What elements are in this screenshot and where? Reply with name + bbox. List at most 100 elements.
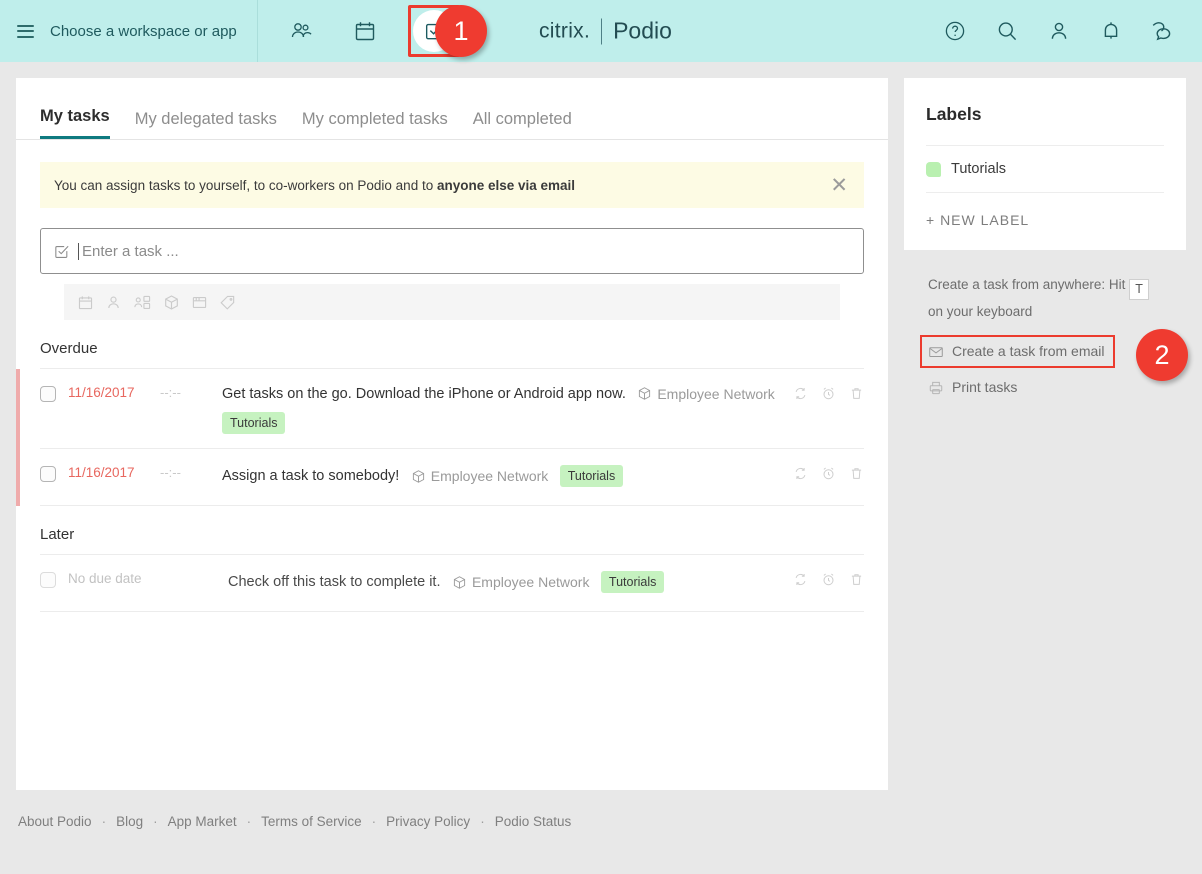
space-cube-icon	[411, 469, 426, 484]
footer-link-terms-of-service[interactable]: Terms of Service	[261, 814, 362, 829]
label-tag-icon[interactable]	[219, 294, 237, 311]
notifications-icon[interactable]	[1098, 18, 1124, 44]
create-task-from-email-link[interactable]: Create a task from email	[952, 340, 1105, 363]
chat-icon[interactable]	[1150, 18, 1176, 44]
delegate-icon[interactable]	[133, 294, 152, 311]
annotation-badge-1: 1	[435, 5, 487, 57]
tab-my-tasks[interactable]: My tasks	[40, 107, 110, 139]
delete-icon[interactable]	[849, 386, 864, 401]
repeat-icon[interactable]	[793, 386, 808, 401]
tabs-bar: My tasks My delegated tasks My completed…	[16, 78, 888, 140]
tab-my-completed-tasks[interactable]: My completed tasks	[302, 110, 448, 139]
top-bar: Choose a workspace or app 1 citrix. Podi…	[0, 0, 1202, 62]
search-icon[interactable]	[994, 18, 1020, 44]
space-cube-icon	[637, 386, 652, 401]
tab-all-completed[interactable]: All completed	[473, 110, 572, 139]
close-icon[interactable]: ✕	[830, 175, 848, 196]
table-row[interactable]: 11/16/2017 --:-- Assign a task to somebo…	[16, 449, 864, 506]
footer-link-privacy-policy[interactable]: Privacy Policy	[386, 814, 470, 829]
task-space-name: Employee Network	[430, 468, 549, 484]
footer-link-blog[interactable]: Blog	[116, 814, 143, 829]
assign-person-icon[interactable]	[105, 294, 122, 311]
list-item[interactable]: Tutorials	[926, 145, 1164, 192]
calendar-icon[interactable]	[344, 10, 386, 52]
banner-text-plain: You can assign tasks to yourself, to co-…	[54, 177, 437, 193]
repeat-icon[interactable]	[793, 466, 808, 481]
footer-link-podio-status[interactable]: Podio Status	[495, 814, 572, 829]
print-tasks-row[interactable]: Print tasks	[928, 376, 1162, 399]
task-space[interactable]: Employee Network	[637, 386, 775, 402]
keyboard-key-badge: T	[1129, 279, 1150, 300]
new-task-toolbar	[64, 284, 840, 320]
task-space-name: Employee Network	[471, 574, 590, 590]
app-window-icon[interactable]	[191, 294, 208, 311]
print-tasks-link[interactable]: Print tasks	[952, 376, 1017, 399]
reminder-icon[interactable]	[821, 572, 836, 587]
task-actions	[793, 386, 864, 401]
right-sidebar: Labels Tutorials + NEW LABEL Create a ta…	[904, 78, 1188, 399]
overdue-indicator	[16, 369, 20, 449]
task-checkbox[interactable]	[40, 572, 56, 588]
calendar-icon[interactable]	[77, 294, 94, 311]
footer: About Podio · Blog · App Market · Terms …	[0, 806, 1202, 829]
shortcut-suffix: on your keyboard	[928, 304, 1033, 319]
shortcut-prefix: Create a task from anywhere: Hit	[928, 277, 1126, 292]
new-label-button[interactable]: + NEW LABEL	[926, 192, 1164, 228]
task-due-time[interactable]: --:--	[160, 385, 212, 400]
helper-section: Create a task from anywhere: Hit T on yo…	[904, 250, 1188, 399]
brand-citrix: citrix.	[539, 19, 591, 42]
task-label[interactable]: Tutorials	[222, 412, 286, 434]
footer-separator: ·	[101, 814, 107, 829]
space-cube-icon	[452, 575, 467, 590]
delete-icon[interactable]	[849, 466, 864, 481]
task-title[interactable]: Assign a task to somebody!	[222, 468, 399, 484]
footer-separator: ·	[246, 814, 252, 829]
footer-link-about-podio[interactable]: About Podio	[18, 814, 92, 829]
reminder-icon[interactable]	[821, 386, 836, 401]
task-space[interactable]: Employee Network	[452, 574, 590, 590]
task-due-time[interactable]: --:--	[160, 465, 212, 480]
annotation-badge-2: 2	[1136, 329, 1188, 381]
footer-separator: ·	[371, 814, 377, 829]
task-content: Assign a task to somebody! Employee Netw…	[222, 465, 793, 487]
task-space[interactable]: Employee Network	[411, 468, 549, 484]
label-color-swatch	[926, 161, 941, 177]
brand-podio: Podio	[613, 17, 672, 44]
info-banner-text: You can assign tasks to yourself, to co-…	[54, 178, 575, 193]
info-banner: You can assign tasks to yourself, to co-…	[40, 162, 864, 208]
profile-icon[interactable]	[1046, 18, 1072, 44]
new-task-input[interactable]: Enter a task ...	[40, 228, 864, 274]
task-label[interactable]: Tutorials	[600, 571, 665, 593]
task-due-date[interactable]: 11/16/2017	[68, 465, 160, 480]
workspace-selector[interactable]: Choose a workspace or app	[0, 0, 258, 62]
task-due-date[interactable]: 11/16/2017	[68, 385, 160, 400]
brand-logo: citrix. Podio	[539, 18, 672, 45]
footer-link-app-market[interactable]: App Market	[168, 814, 237, 829]
table-row[interactable]: 11/16/2017 --:-- Get tasks on the go. Do…	[16, 369, 864, 449]
task-content: Check off this task to complete it. Empl…	[228, 571, 793, 593]
table-row[interactable]: No due date Check off this task to compl…	[40, 555, 864, 612]
task-due-date[interactable]: No due date	[68, 571, 218, 586]
printer-icon	[928, 380, 944, 396]
space-cube-icon[interactable]	[163, 294, 180, 311]
task-space-name: Employee Network	[657, 385, 775, 402]
task-checkbox[interactable]	[40, 386, 56, 402]
workspace-label: Choose a workspace or app	[50, 22, 237, 40]
reminder-icon[interactable]	[821, 466, 836, 481]
repeat-icon[interactable]	[793, 572, 808, 587]
task-title[interactable]: Check off this task to complete it.	[228, 574, 441, 590]
task-label[interactable]: Tutorials	[559, 465, 624, 487]
page-body: My tasks My delegated tasks My completed…	[0, 62, 1202, 806]
people-icon[interactable]	[280, 10, 322, 52]
labels-title: Labels	[926, 104, 982, 124]
new-task-area: Enter a task ...	[40, 228, 864, 320]
hamburger-icon[interactable]	[17, 24, 34, 38]
checkbox-check-icon	[53, 243, 70, 260]
task-title[interactable]: Get tasks on the go. Download the iPhone…	[222, 386, 626, 402]
help-icon[interactable]	[942, 18, 968, 44]
brand-divider	[601, 18, 603, 44]
tab-my-delegated-tasks[interactable]: My delegated tasks	[135, 110, 277, 139]
task-actions	[793, 572, 864, 587]
task-checkbox[interactable]	[40, 466, 56, 482]
delete-icon[interactable]	[849, 572, 864, 587]
